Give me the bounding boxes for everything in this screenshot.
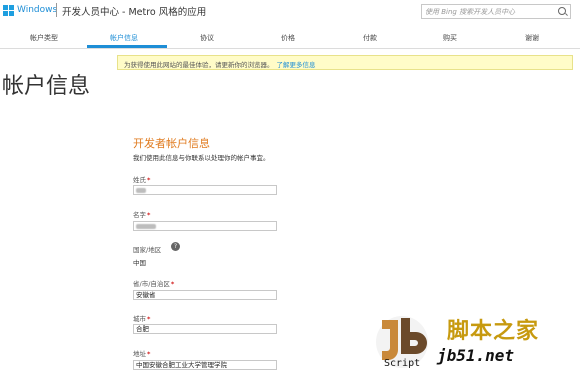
first-name-label-text: 名字 <box>133 211 146 219</box>
last-name-field[interactable] <box>133 185 277 195</box>
section-description: 我们使用此信息与你联系以处理你的帐户事宜。 <box>133 154 270 162</box>
tab-agreement[interactable]: 协议 <box>200 33 214 43</box>
search-input[interactable] <box>425 5 553 18</box>
address-field[interactable]: 中国安徽合肥工业大学管理学院 <box>133 360 277 370</box>
browser-update-banner: 为获得使用此网站的最佳体验，请更新你的浏览器。 了解更多信息 <box>117 55 573 70</box>
province-label: 省/市/自治区* <box>133 278 174 288</box>
city-label: 城市* <box>133 313 150 323</box>
tab-account-info[interactable]: 帐户信息 <box>110 33 138 43</box>
address-label-text: 地址 <box>133 350 146 358</box>
top-header: Windows 开发人员中心 - Metro 风格的应用 <box>0 0 580 22</box>
required-marker: * <box>147 315 151 323</box>
country-value: 中国 <box>133 259 146 267</box>
first-name-field[interactable] <box>133 221 277 231</box>
watermark-script-text: Script <box>384 358 421 369</box>
city-field[interactable]: 合肥 <box>133 324 277 334</box>
city-label-text: 城市 <box>133 315 146 323</box>
help-icon[interactable]: ? <box>171 242 180 251</box>
redacted-value <box>136 224 156 229</box>
tab-price[interactable]: 价格 <box>281 33 295 43</box>
learn-more-link[interactable]: 了解更多信息 <box>277 61 316 69</box>
section-title: 开发者帐户信息 <box>133 137 210 150</box>
tab-purchase[interactable]: 购买 <box>443 33 457 43</box>
last-name-label-text: 姓氏 <box>133 176 146 184</box>
active-tab-indicator <box>87 45 167 48</box>
address-label: 地址* <box>133 348 150 358</box>
windows-logo-icon <box>3 5 15 17</box>
required-marker: * <box>147 350 151 358</box>
required-marker: * <box>147 176 151 184</box>
site-title[interactable]: 开发人员中心 - Metro 风格的应用 <box>62 4 206 18</box>
tab-thanks[interactable]: 谢谢 <box>525 33 539 43</box>
header-divider <box>56 3 57 17</box>
brand-name[interactable]: Windows <box>17 5 57 15</box>
country-label: 国家/地区 <box>133 246 162 254</box>
required-marker: * <box>147 211 151 219</box>
province-label-text: 省/市/自治区 <box>133 280 170 288</box>
required-marker: * <box>170 280 175 288</box>
page-title: 帐户信息 <box>2 74 91 99</box>
tab-payment[interactable]: 付款 <box>363 33 377 43</box>
banner-text: 为获得使用此网站的最佳体验，请更新你的浏览器。 <box>124 61 274 69</box>
watermark-domain: jb51.net <box>437 346 515 365</box>
first-name-label: 名字* <box>133 209 150 219</box>
tab-account-type[interactable]: 帐户类型 <box>30 33 58 43</box>
redacted-value <box>136 188 146 193</box>
watermark-site-name: 脚本之家 <box>447 319 540 344</box>
search-box[interactable] <box>421 4 571 19</box>
province-field[interactable]: 安徽省 <box>133 290 277 300</box>
search-icon[interactable] <box>558 7 566 15</box>
last-name-label: 姓氏* <box>133 174 150 184</box>
